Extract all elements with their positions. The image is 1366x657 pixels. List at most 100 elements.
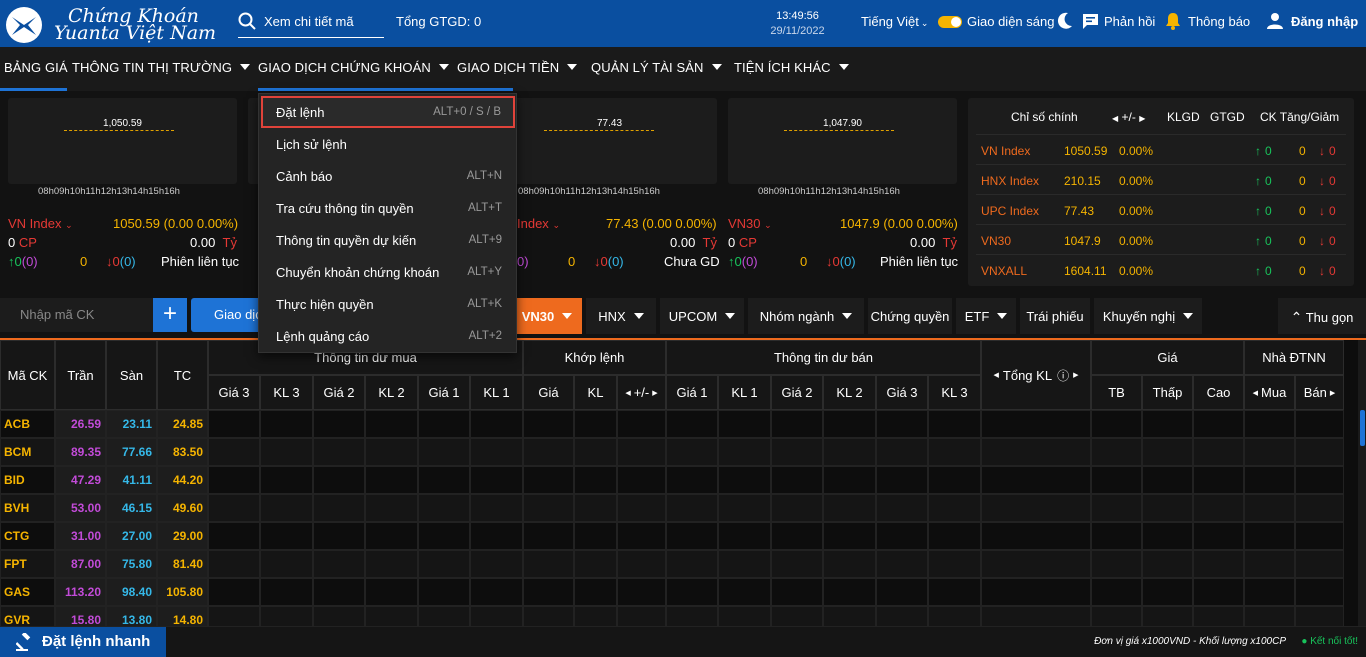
tab-hnx[interactable]: HNX: [586, 298, 656, 334]
search-input[interactable]: Xem chi tiết mã: [264, 14, 354, 29]
index-breadth: ↑0(0): [728, 254, 758, 269]
tab-vn30[interactable]: VN30: [512, 298, 582, 334]
row-symbol[interactable]: BID: [0, 466, 55, 494]
row-cell: [928, 466, 981, 494]
scrollbar-thumb[interactable]: [1360, 410, 1365, 446]
dropdown-item-shortcut: ALT+K: [467, 298, 502, 310]
dropdown-item[interactable]: Lịch sử lệnh: [259, 128, 518, 160]
row-symbol[interactable]: CTG: [0, 522, 55, 550]
main-index-row[interactable]: VN Index 1050.59 0.00% ↑ 0 0 ↓ 0: [976, 134, 1346, 164]
row-symbol[interactable]: ACB: [0, 410, 55, 438]
menu-quan-ly-tai-san[interactable]: QUẢN LÝ TÀI SẢN: [591, 60, 722, 75]
feedback-link[interactable]: Phản hồi: [1104, 14, 1155, 29]
tab-khuyen-nghi[interactable]: Khuyến nghị: [1094, 298, 1202, 334]
feedback-icon[interactable]: [1082, 13, 1099, 30]
row-cell: [1193, 606, 1244, 626]
index-chart-upcom[interactable]: 77.43: [488, 98, 717, 184]
brand-logo[interactable]: Chứng Khoán Yuanta Việt Nam: [6, 6, 226, 43]
tab-nhom-nganh[interactable]: Nhóm ngành: [748, 298, 864, 334]
row-cell: [260, 466, 313, 494]
floor-count: (0): [119, 254, 136, 269]
row-cell: [418, 410, 470, 438]
row-cell: [365, 606, 418, 626]
dropdown-item-label: Đặt lệnh: [276, 105, 325, 120]
ceiling-count-rest: 0): [517, 254, 529, 269]
row-cell: [1193, 550, 1244, 578]
clock-time: 13:49:56: [776, 10, 819, 22]
theme-toggle[interactable]: [938, 16, 962, 28]
row-symbol[interactable]: BVH: [0, 494, 55, 522]
amount-unit: Tỷ: [942, 235, 957, 250]
menu-bang-gia[interactable]: BẢNG GIÁ: [4, 60, 68, 75]
server-clock: 13:49:56 29/11/2022: [760, 9, 835, 39]
symbol-input[interactable]: Nhập mã CK: [0, 298, 153, 332]
caret-down-icon: [240, 64, 251, 70]
quick-order-button[interactable]: Đặt lệnh nhanh: [0, 627, 166, 657]
col-header-change[interactable]: ◀ +/- ▶: [1112, 110, 1145, 124]
trade-button[interactable]: Giao dịch: [191, 298, 261, 332]
dropdown-item[interactable]: Cảnh báo ALT+N: [259, 160, 518, 192]
row-cell: [876, 494, 928, 522]
row-cell: [981, 550, 1091, 578]
table-scrollbar[interactable]: [1358, 340, 1366, 626]
menu-giao-dich-chung-khoan[interactable]: GIAO DỊCH CHỨNG KHOÁN: [258, 60, 449, 75]
row-cell: [418, 578, 470, 606]
menu-giao-dich-tien[interactable]: GIAO DỊCH TIỀN: [457, 60, 578, 75]
notifications-link[interactable]: Thông báo: [1188, 14, 1250, 29]
col-subheader-match: KL: [574, 375, 617, 410]
dropdown-item[interactable]: Thực hiện quyền ALT+K: [259, 288, 518, 320]
col-subheader-buy: Giá 1: [418, 375, 470, 410]
menu-thong-tin-thi-truong[interactable]: THÔNG TIN THỊ TRƯỜNG: [72, 60, 251, 75]
row-symbol[interactable]: GAS: [0, 578, 55, 606]
moon-icon[interactable]: [1057, 12, 1073, 30]
row-symbol[interactable]: BCM: [0, 438, 55, 466]
login-button[interactable]: Đăng nhập: [1291, 14, 1358, 29]
collapse-button[interactable]: ⌃ Thu gọn: [1278, 298, 1366, 334]
col-subheader-sell: KL 1: [718, 375, 771, 410]
tab-upcom[interactable]: UPCOM: [660, 298, 744, 334]
col-subheader-sell: Giá 1: [666, 375, 718, 410]
chevron-down-icon: ⌄: [764, 220, 772, 230]
bell-icon[interactable]: [1165, 12, 1181, 30]
tab-trai-phieu[interactable]: Trái phiếu: [1020, 298, 1090, 334]
col-subheader-buy: Giá 3: [208, 375, 260, 410]
main-index-ref: 0: [1299, 264, 1306, 278]
dropdown-item[interactable]: Tra cứu thông tin quyền ALT+T: [259, 192, 518, 224]
index-chart-vn30[interactable]: 1,047.90: [728, 98, 957, 184]
main-index-value: 1047.9: [1064, 234, 1101, 248]
dropdown-item[interactable]: Đặt lệnh ALT+0 / S / B: [261, 96, 515, 128]
row-reference: 105.80: [157, 578, 208, 606]
index-chart-vnindex[interactable]: 1,050.59: [8, 98, 237, 184]
main-index-row[interactable]: UPC Index 77.43 0.00% ↑ 0 0 ↓ 0: [976, 194, 1346, 224]
row-symbol[interactable]: GVR: [0, 606, 55, 626]
col-header-total-volume[interactable]: ◀ Tổng KL ⓘ ▶: [981, 340, 1091, 410]
dropdown-item[interactable]: Lệnh quảng cáo ALT+2: [259, 320, 518, 352]
user-icon[interactable]: [1267, 12, 1283, 29]
dropdown-item[interactable]: Thông tin quyền dự kiến ALT+9: [259, 224, 518, 256]
tab-chung-quyen[interactable]: Chứng quyền: [868, 298, 952, 334]
row-cell: [365, 466, 418, 494]
up-arrow-icon: ↑: [1255, 264, 1261, 278]
dropdown-item-shortcut: ALT+0 / S / B: [433, 106, 501, 118]
main-index-row[interactable]: HNX Index 210.15 0.00% ↑ 0 0 ↓ 0: [976, 164, 1346, 194]
dropdown-item[interactable]: Chuyển khoản chứng khoán ALT+Y: [259, 256, 518, 288]
dropdown-item-label: Thực hiện quyền: [276, 297, 374, 312]
language-selector[interactable]: Tiếng Việt ⌄: [861, 14, 928, 29]
row-cell: [208, 550, 260, 578]
index-name-selector[interactable]: VN30 ⌄: [728, 216, 772, 231]
row-cell: [574, 466, 617, 494]
index-name-selector[interactable]: Index ⌄: [517, 216, 560, 231]
row-cell: [1295, 466, 1344, 494]
caret-left-icon: ◀: [993, 372, 999, 379]
tab-etf[interactable]: ETF: [956, 298, 1016, 334]
index-name-selector[interactable]: VN Index ⌄: [8, 216, 73, 231]
chevron-down-icon: ⌄: [65, 220, 73, 230]
main-index-row[interactable]: VNXALL 1604.11 0.00% ↑ 0 0 ↓ 0: [976, 254, 1346, 284]
main-index-row[interactable]: VN30 1047.9 0.00% ↑ 0 0 ↓ 0: [976, 224, 1346, 254]
row-cell: [718, 606, 771, 626]
row-ceiling: 26.59: [55, 410, 106, 438]
add-symbol-button[interactable]: +: [153, 298, 187, 332]
menu-tien-ich-khac[interactable]: TIỆN ÍCH KHÁC: [734, 60, 849, 75]
symbol-search[interactable]: Xem chi tiết mã: [238, 8, 384, 38]
row-symbol[interactable]: FPT: [0, 550, 55, 578]
